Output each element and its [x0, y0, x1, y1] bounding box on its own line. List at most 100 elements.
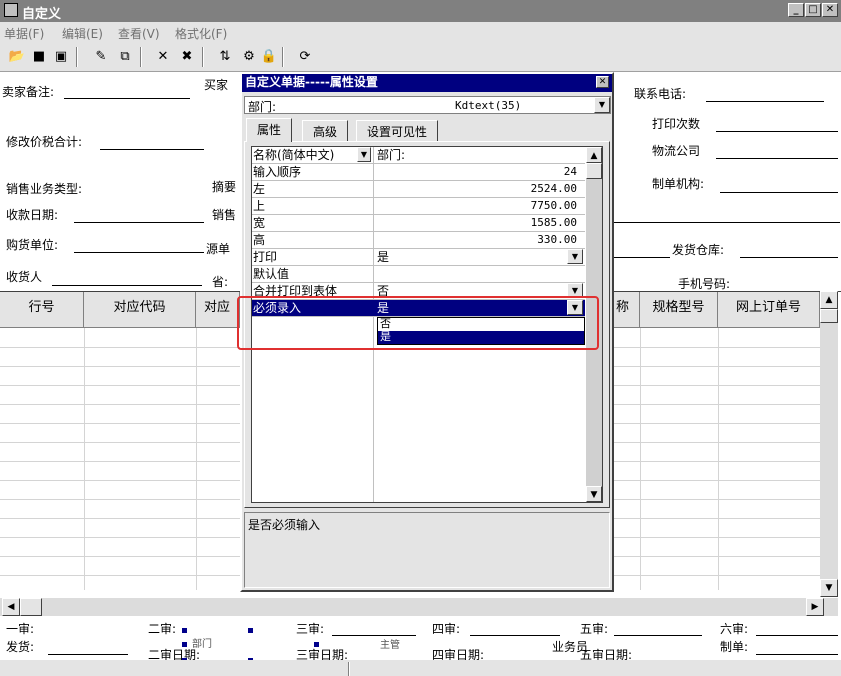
chevron-down-icon[interactable]: ▼ [567, 249, 583, 264]
property-name: 默认值 [253, 267, 290, 281]
property-row[interactable]: 输入顺序 24 [252, 164, 585, 181]
export-icon[interactable]: ▣ [52, 48, 70, 66]
property-row-name[interactable]: 名称(简体中文) ▼ 部门: [252, 147, 585, 164]
property-row[interactable]: 默认值 [252, 266, 585, 283]
selection-handle[interactable] [182, 642, 187, 647]
dialog-title-bar: 自定义单据-----属性设置 ✕ [242, 74, 612, 92]
menu-edit[interactable]: 编辑(E) [62, 25, 103, 42]
property-row[interactable]: 上 7750.00 [252, 198, 585, 215]
column-header-name[interactable]: 称 [614, 292, 640, 328]
minimize-button[interactable]: _ [788, 3, 804, 17]
consignee-field[interactable] [52, 285, 202, 286]
copy-icon[interactable]: ⧉ [116, 48, 134, 66]
refresh-icon[interactable]: ⟳ [296, 48, 314, 66]
maker-field[interactable] [756, 654, 838, 655]
column-header-row-number[interactable]: 行号 [0, 292, 84, 328]
selection-handle[interactable] [314, 642, 319, 647]
column-header-corresponding[interactable]: 对应 [196, 292, 240, 328]
scroll-right-icon[interactable]: ▶ [806, 598, 824, 616]
audit6-field[interactable] [756, 635, 838, 636]
grid-column-line [718, 328, 719, 590]
column-header-code[interactable]: 对应代码 [84, 292, 196, 328]
department-truncated: 部门 [192, 639, 212, 650]
close-button[interactable]: ✕ [822, 3, 838, 17]
ship-field[interactable] [48, 654, 128, 655]
property-name: 左 [253, 182, 266, 196]
property-value[interactable]: 是 [377, 250, 577, 264]
property-row[interactable]: 打印 是 ▼ [252, 249, 585, 266]
scroll-up-icon[interactable]: ▲ [820, 291, 838, 309]
sales-field[interactable] [614, 222, 840, 223]
tab-advanced[interactable]: 高级 [302, 120, 349, 142]
modify-tax-total-field[interactable] [100, 149, 204, 150]
property-value[interactable]: 24 [377, 165, 577, 179]
property-value[interactable]: 330.00 [377, 233, 577, 247]
maximize-button[interactable]: □ [805, 3, 821, 17]
grid-column-line [196, 328, 197, 590]
scroll-down-icon[interactable]: ▼ [586, 486, 602, 502]
toolbar-separator [140, 47, 142, 67]
property-row[interactable]: 宽 1585.00 [252, 215, 585, 232]
property-value[interactable]: 1585.00 [377, 216, 577, 230]
hscroll-thumb[interactable] [20, 598, 42, 616]
column-header-spec[interactable]: 规格型号 [640, 292, 718, 328]
audit3-field[interactable] [332, 635, 416, 636]
property-row[interactable]: 左 2524.00 [252, 181, 585, 198]
scroll-thumb[interactable] [820, 309, 838, 323]
contact-phone-label: 联系电话: [634, 87, 687, 101]
grid-column-line [640, 328, 641, 590]
dropdown-list[interactable]: 否 是 [377, 317, 585, 345]
dropdown-option-no[interactable]: 否 [378, 318, 584, 331]
issuer-org-field[interactable] [720, 192, 838, 193]
property-name: 上 [253, 199, 266, 213]
menu-view[interactable]: 查看(V) [118, 25, 160, 42]
print-count-field[interactable] [716, 131, 838, 132]
menu-document[interactable]: 单据(F) [4, 25, 44, 42]
buyer-label: 买家 [204, 78, 229, 92]
audit5-field[interactable] [614, 635, 702, 636]
column-header-online-order[interactable]: 网上订单号 [718, 292, 820, 328]
property-value[interactable]: 部门: [377, 148, 577, 162]
property-row[interactable]: 高 330.00 [252, 232, 585, 249]
selection-handle[interactable] [182, 628, 187, 633]
delete-all-icon[interactable]: ✖ [178, 48, 196, 66]
dialog-title: 自定义单据-----属性设置 [245, 75, 378, 89]
dropdown-option-yes[interactable]: 是 [378, 331, 584, 344]
logistics-field[interactable] [716, 158, 838, 159]
field-select[interactable]: 部门: Kdtext(35) ▼ [244, 96, 611, 114]
selection-handle[interactable] [248, 628, 253, 633]
property-value[interactable]: 7750.00 [377, 199, 577, 213]
property-value[interactable]: 2524.00 [377, 182, 577, 196]
lock-icon[interactable]: 🔒 [260, 48, 278, 66]
grid-vertical-scrollbar[interactable]: ▲ ▼ [820, 291, 838, 597]
delete-icon[interactable]: ✕ [154, 48, 172, 66]
purchaser-field[interactable] [74, 252, 204, 253]
save-icon[interactable]: ■ [30, 48, 48, 66]
align-icon[interactable]: ⇅ [216, 48, 234, 66]
chevron-down-icon[interactable]: ▼ [357, 147, 371, 162]
toolbar-separator [202, 47, 204, 67]
scroll-thumb[interactable] [586, 163, 602, 179]
edit-icon[interactable]: ✎ [92, 48, 110, 66]
audit4-label: 四审: [432, 622, 461, 636]
dialog-close-button[interactable]: ✕ [596, 76, 609, 88]
chevron-down-icon[interactable]: ▼ [594, 97, 610, 113]
receipt-date-field[interactable] [74, 222, 204, 223]
scroll-up-icon[interactable]: ▲ [586, 147, 602, 163]
window-title: 自定义 [22, 7, 62, 22]
audit3-label: 三审: [296, 622, 325, 636]
ship-warehouse-field[interactable] [740, 257, 838, 258]
menu-format[interactable]: 格式化(F) [175, 25, 227, 42]
settings-icon[interactable]: ⚙ [240, 48, 258, 66]
audit4-field[interactable] [470, 635, 560, 636]
grid-horizontal-scrollbar[interactable]: ◀ ▶ [0, 598, 838, 616]
scroll-left-icon[interactable]: ◀ [2, 598, 20, 616]
tab-properties[interactable]: 属性 [246, 118, 293, 142]
consignee-label: 收货人 [6, 270, 43, 284]
contact-phone-field[interactable] [706, 101, 824, 102]
buyer-note-field[interactable] [64, 98, 190, 99]
tab-visibility[interactable]: 设置可见性 [356, 120, 439, 142]
scroll-down-icon[interactable]: ▼ [820, 579, 838, 597]
issuer-org-label: 制单机构: [652, 177, 705, 191]
open-folder-icon[interactable]: 📂 [8, 48, 26, 66]
